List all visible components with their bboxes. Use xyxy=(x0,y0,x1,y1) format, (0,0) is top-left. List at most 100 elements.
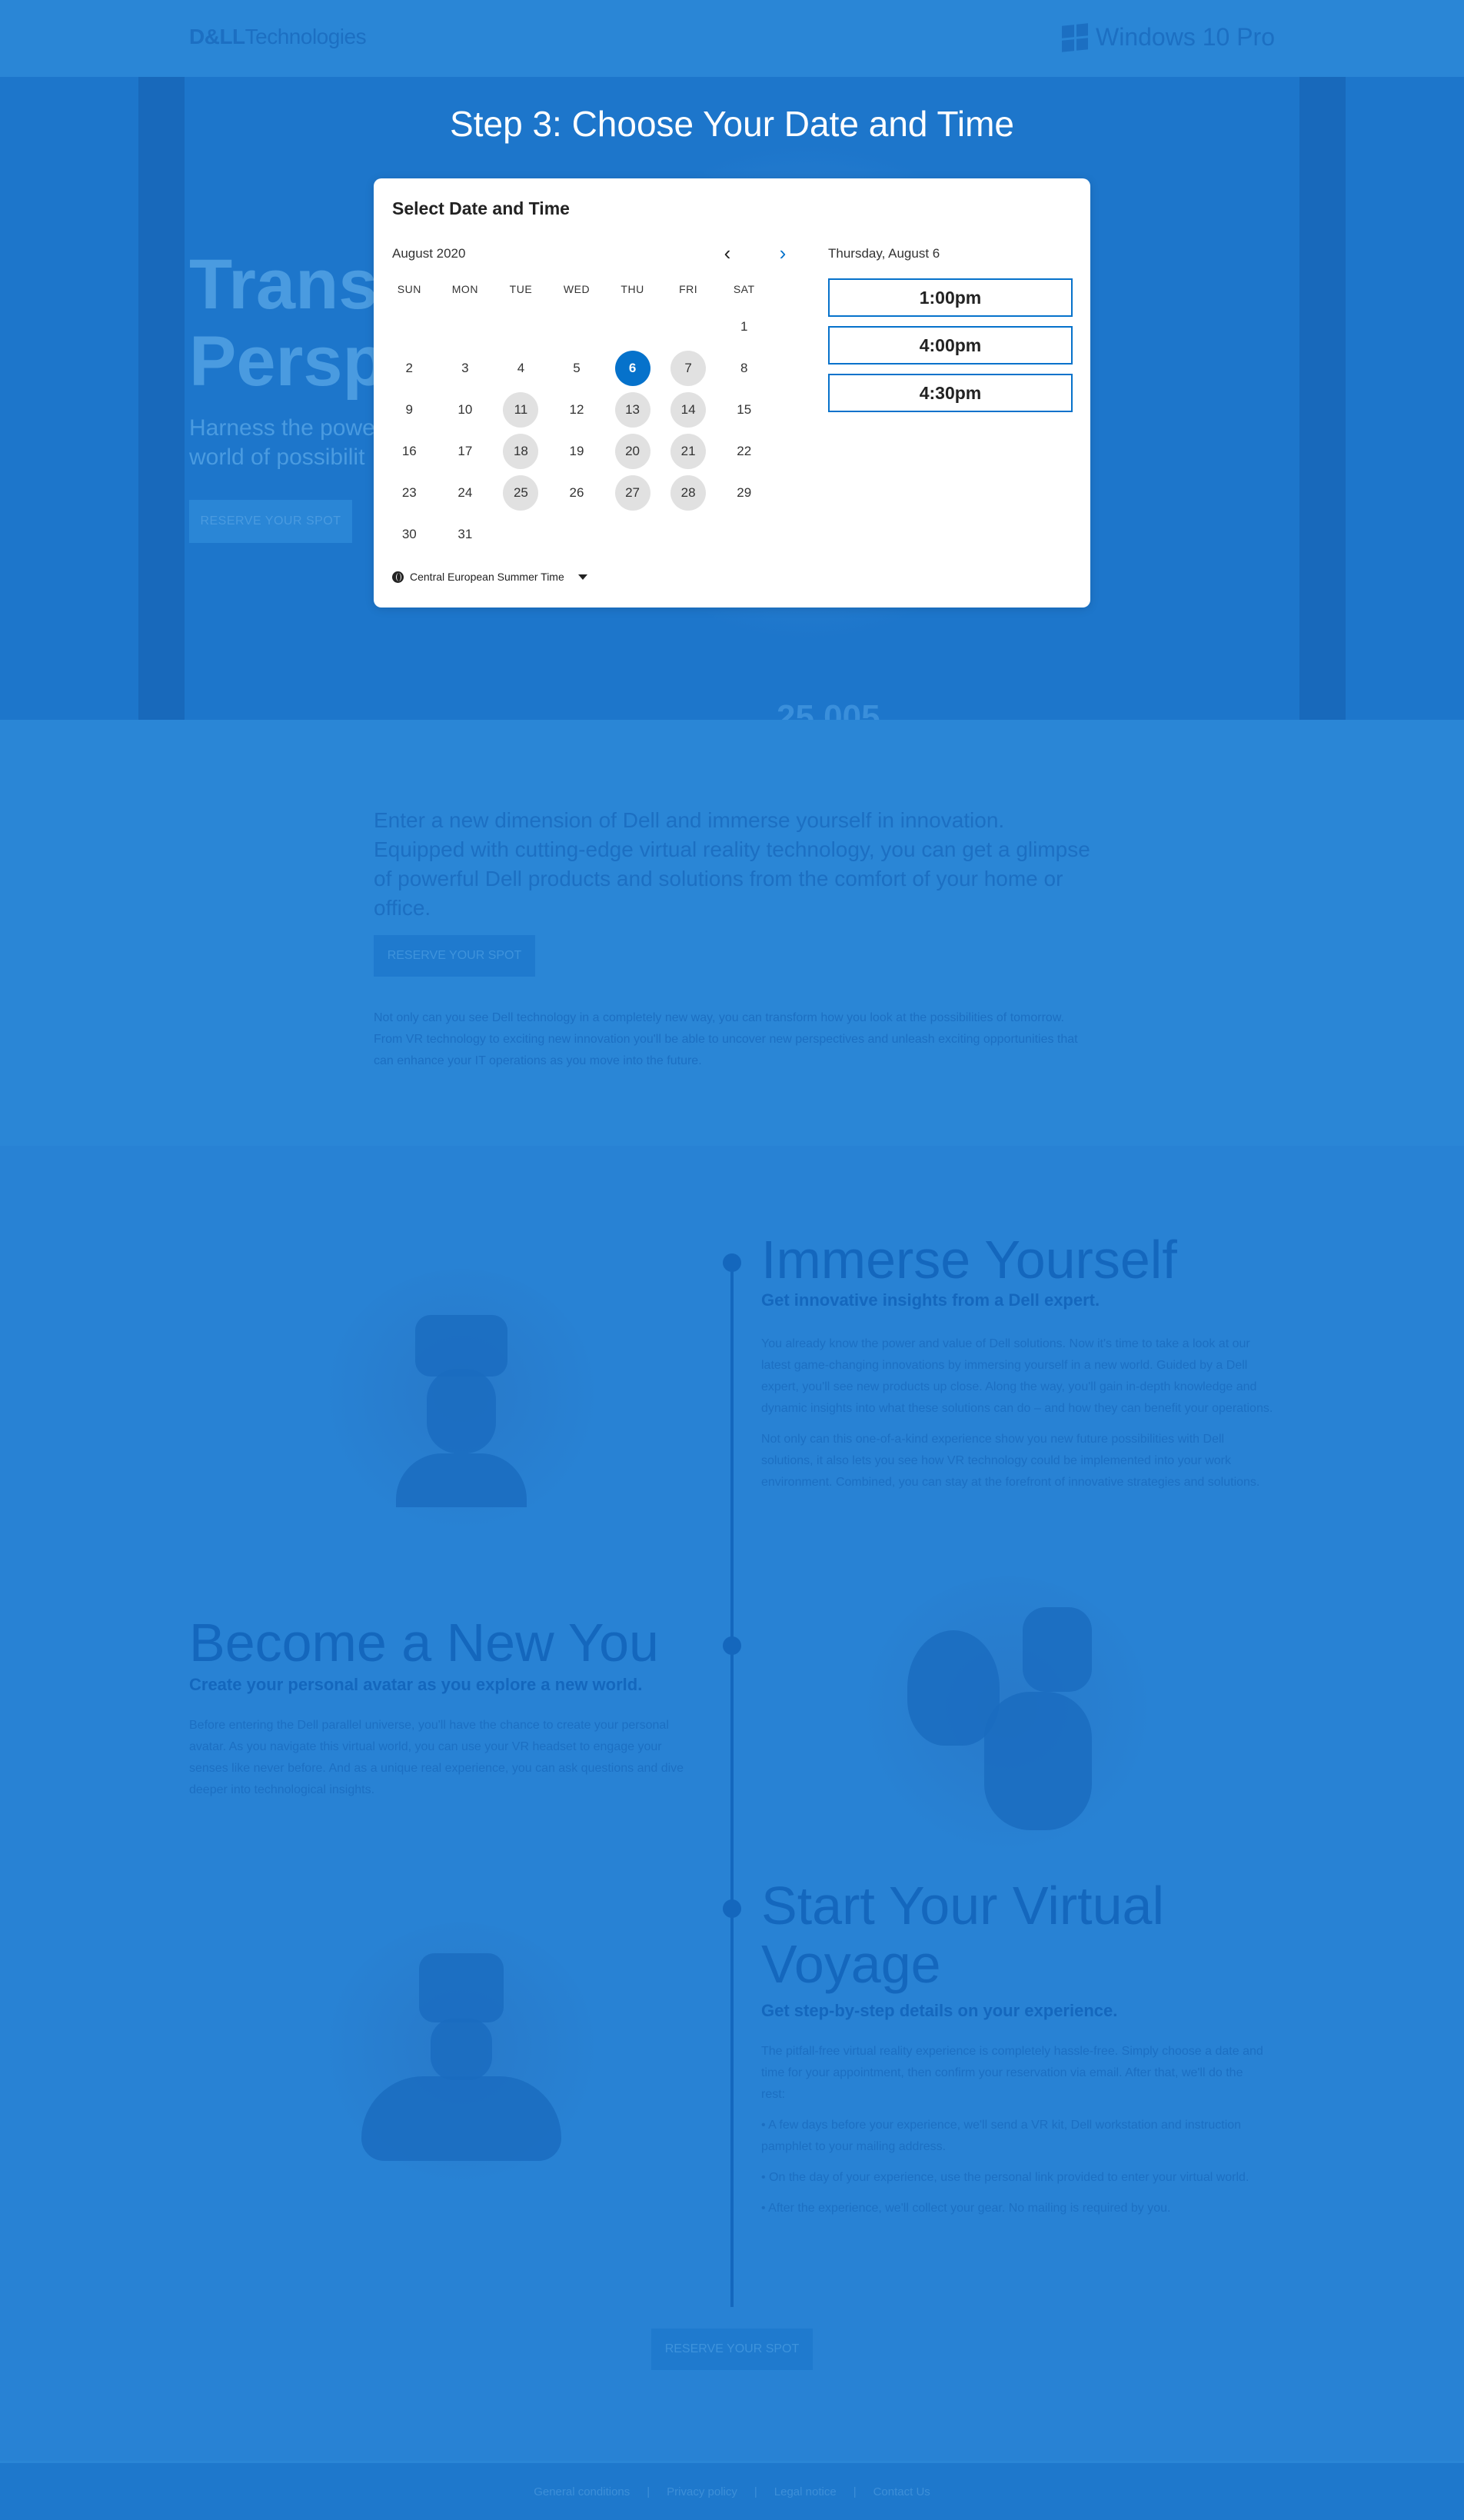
calendar-day-number: 30 xyxy=(401,527,417,541)
calendar-day-number: 21 xyxy=(670,434,707,469)
calendar-day-number: 29 xyxy=(737,485,752,500)
calendar-day: 9 xyxy=(381,389,438,431)
calendar-day-number: 9 xyxy=(405,402,414,417)
calendar-day-available[interactable]: 28 xyxy=(660,472,717,514)
timeline-dot xyxy=(723,1636,741,1655)
calendar-day: 19 xyxy=(549,431,605,472)
time-slot-button[interactable]: 4:00pm xyxy=(828,326,1073,365)
calendar-day-number: 28 xyxy=(670,475,707,511)
calendar-day-number: 23 xyxy=(401,485,417,500)
calendar-day: 15 xyxy=(716,389,772,431)
month-label: August 2020 xyxy=(392,246,466,261)
features-section: Immerse Yourself Get innovative insights… xyxy=(0,1146,1464,2461)
time-slot-button[interactable]: 4:30pm xyxy=(828,374,1073,412)
calendar-day: 1 xyxy=(716,306,772,348)
footer-separator: | xyxy=(647,2485,650,2498)
feature-body: Before entering the Dell parallel univer… xyxy=(189,1719,684,1796)
calendar-day-selected[interactable]: 6 xyxy=(604,348,660,389)
calendar-day-available[interactable]: 18 xyxy=(493,431,549,472)
dell-technologies-logo[interactable]: D&LLTechnologies xyxy=(189,25,367,49)
visitor-counter: 25,005 xyxy=(777,698,880,720)
calendar-day: 31 xyxy=(438,514,494,555)
date-time-picker-modal: Select Date and Time August 2020 ‹ › SUN… xyxy=(374,178,1090,608)
brand-bold: D&LL xyxy=(189,25,245,48)
footer-separator: | xyxy=(853,2485,857,2498)
calendar-day-number: 27 xyxy=(614,475,650,511)
calendar-day-number: 14 xyxy=(670,392,707,428)
calendar-day-number: 13 xyxy=(614,392,650,428)
calendar-day-available[interactable]: 11 xyxy=(493,389,549,431)
calendar-day-number: 11 xyxy=(503,392,539,428)
calendar-day-available[interactable]: 7 xyxy=(660,348,717,389)
calendar-empty-cell xyxy=(549,306,605,348)
caret-down-icon xyxy=(577,574,587,580)
calendar-day-number: 1 xyxy=(740,319,748,334)
calendar-day-number: 6 xyxy=(614,351,650,386)
previous-month-button[interactable]: ‹ xyxy=(717,243,738,265)
calendar-day: 24 xyxy=(438,472,494,514)
feature-subtitle: Get step-by-step details on your experie… xyxy=(761,2001,1118,2020)
calendar-day-number: 19 xyxy=(569,444,584,458)
calendar-day-number: 22 xyxy=(737,444,752,458)
feature-subtitle: Create your personal avatar as you explo… xyxy=(189,1675,643,1694)
calendar-day: 22 xyxy=(716,431,772,472)
calendar-day-available[interactable]: 27 xyxy=(604,472,660,514)
feature-subtitle: Get innovative insights from a Dell expe… xyxy=(761,1290,1100,1310)
calendar-day-number: 31 xyxy=(458,527,473,541)
calendar-day-available[interactable]: 25 xyxy=(493,472,549,514)
vr-hand-image xyxy=(861,1576,1153,1869)
hero-subtitle: Harness the power world of possibilit xyxy=(189,415,383,470)
footer-link-legal-notice[interactable]: Legal notice xyxy=(774,2485,837,2498)
calendar-day-number: 17 xyxy=(458,444,473,458)
weekday-header: TUE xyxy=(509,283,533,295)
footer-separator: | xyxy=(754,2485,757,2498)
calendar-day-number: 7 xyxy=(670,351,707,386)
calendar-day-number: 16 xyxy=(401,444,417,458)
calendar-day-available[interactable]: 20 xyxy=(604,431,660,472)
next-month-button[interactable]: › xyxy=(772,243,794,265)
timezone-selector[interactable]: Central European Summer Time xyxy=(392,571,587,583)
feature-title: Immerse Yourself xyxy=(761,1230,1177,1290)
calendar-day: 30 xyxy=(381,514,438,555)
calendar-day-available[interactable]: 14 xyxy=(660,389,717,431)
windows-label: Windows 10 Pro xyxy=(1096,23,1275,51)
calendar-day-number: 10 xyxy=(458,402,473,417)
time-slot-button[interactable]: 1:00pm xyxy=(828,278,1073,317)
calendar-day: 10 xyxy=(438,389,494,431)
windows-logo: Windows 10 Pro xyxy=(1062,22,1275,52)
hero-reserve-button[interactable]: RESERVE YOUR SPOT xyxy=(189,500,352,543)
weekday-header: SUN xyxy=(397,283,421,295)
calendar-day-number: 5 xyxy=(573,361,581,375)
weekday-header: WED xyxy=(563,283,591,295)
footer-link-contact-us[interactable]: Contact Us xyxy=(873,2485,930,2498)
calendar-day: 29 xyxy=(716,472,772,514)
calendar-empty-cell xyxy=(493,306,549,348)
calendar-empty-cell xyxy=(660,306,717,348)
vr-avatar-image xyxy=(323,1922,600,2199)
footer-link-general-conditions[interactable]: General conditions xyxy=(534,2485,630,2498)
step-title: Step 3: Choose Your Date and Time xyxy=(450,104,1014,144)
calendar-empty-cell xyxy=(438,306,494,348)
intro-reserve-button[interactable]: RESERVE YOUR SPOT xyxy=(374,935,535,977)
calendar-day-number: 20 xyxy=(614,434,650,469)
calendar-day: 26 xyxy=(549,472,605,514)
calendar-day: 12 xyxy=(549,389,605,431)
calendar-day-available[interactable]: 21 xyxy=(660,431,717,472)
weekday-header: MON xyxy=(451,283,478,295)
bottom-reserve-button[interactable]: RESERVE YOUR SPOT xyxy=(651,2329,813,2370)
calendar-day-available[interactable]: 13 xyxy=(604,389,660,431)
site-header: D&LLTechnologies Windows 10 Pro xyxy=(0,0,1464,77)
calendar-day-number: 15 xyxy=(737,402,752,417)
intro-section: Enter a new dimension of Dell and immers… xyxy=(374,806,1090,1072)
timeline-dot xyxy=(723,1253,741,1272)
windows-icon xyxy=(1062,22,1089,52)
feature-body: You already know the power and value of … xyxy=(761,1337,1273,1489)
calendar-empty-cell xyxy=(604,306,660,348)
site-footer: General conditions | Privacy policy | Le… xyxy=(0,2463,1464,2520)
calendar-day-number: 25 xyxy=(503,475,539,511)
calendar-day: 5 xyxy=(549,348,605,389)
modal-title: Select Date and Time xyxy=(392,198,570,218)
calendar-day-number: 24 xyxy=(458,485,473,500)
footer-link-privacy-policy[interactable]: Privacy policy xyxy=(667,2485,737,2498)
timeline-dot xyxy=(723,1899,741,1918)
